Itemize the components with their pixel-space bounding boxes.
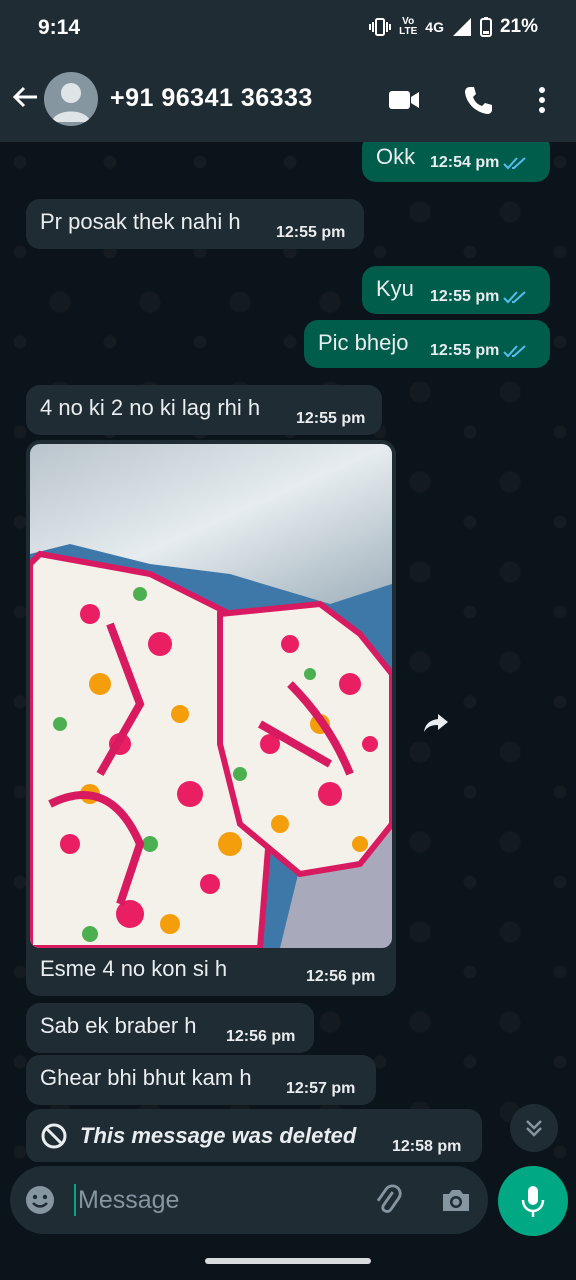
message-time: 12:55 pm [430, 342, 529, 360]
forward-icon[interactable] [422, 708, 450, 736]
video-call-icon[interactable] [388, 84, 420, 116]
message-time: 12:55 pm [276, 224, 346, 241]
message-incoming[interactable]: Sab ek braber h 12:56 pm [26, 1003, 314, 1053]
image-caption: Esme 4 no kon si h [40, 956, 228, 981]
camera-icon[interactable] [440, 1184, 472, 1216]
message-input[interactable]: Message [74, 1184, 179, 1216]
read-receipt-icon [503, 157, 527, 170]
message-time: 12:58 pm [392, 1138, 462, 1155]
read-receipt-icon [503, 291, 527, 304]
message-photo[interactable] [30, 444, 392, 948]
back-arrow-icon[interactable] [10, 82, 40, 112]
deleted-message-text: This message was deleted [80, 1123, 357, 1148]
message-incoming[interactable]: Ghear bhi bhut kam h 12:57 pm [26, 1055, 376, 1105]
avatar[interactable] [44, 72, 98, 126]
image-message[interactable]: Esme 4 no kon si h 12:56 pm [26, 440, 396, 996]
home-indicator[interactable] [205, 1258, 371, 1264]
message-time: 12:55 pm [430, 288, 529, 306]
chat-header: +91 96341 36333 [0, 56, 576, 142]
network-type: 4G [425, 19, 444, 35]
default-avatar-icon [52, 83, 90, 122]
message-time: 12:56 pm [226, 1028, 296, 1045]
photo-polka-dot-dresses [30, 444, 392, 948]
message-text: Pr posak thek nahi h [40, 209, 241, 234]
message-text: Sab ek braber h [40, 1013, 197, 1038]
phone-icon[interactable] [462, 84, 494, 116]
status-bar: 9:14 Vo LTE 4G 21% [0, 0, 576, 56]
read-receipt-icon [503, 345, 527, 358]
message-text: Ghear bhi bhut kam h [40, 1065, 252, 1090]
chat-area[interactable]: Okk 12:54 pm Pr posak thek nahi h 12:55 … [0, 142, 576, 1162]
message-incoming[interactable]: 4 no ki 2 no ki lag rhi h 12:55 pm [26, 385, 382, 435]
message-time: 12:57 pm [286, 1080, 356, 1097]
emoji-icon[interactable] [24, 1184, 56, 1216]
message-text: Okk [376, 144, 416, 169]
message-incoming[interactable]: Pr posak thek nahi h 12:55 pm [26, 199, 364, 249]
attach-icon[interactable] [372, 1184, 404, 1216]
vibrate-icon [369, 18, 392, 36]
signal-icon [452, 18, 471, 36]
deleted-message[interactable]: This message was deleted 12:58 pm [26, 1109, 482, 1162]
deleted-message-icon [41, 1123, 67, 1149]
message-composer: Message [10, 1166, 488, 1234]
message-time: 12:56 pm [306, 968, 376, 985]
message-text: Pic bhejo [318, 330, 409, 355]
scroll-to-bottom-button[interactable] [510, 1104, 558, 1152]
status-icons: Vo LTE 4G 21% [369, 16, 538, 38]
voice-message-button[interactable] [498, 1166, 568, 1236]
more-options-icon[interactable] [526, 84, 558, 116]
message-outgoing[interactable]: Kyu 12:55 pm [362, 266, 550, 314]
double-chevron-down-icon [526, 1120, 542, 1137]
microphone-icon [521, 1186, 545, 1217]
message-time: 12:55 pm [296, 410, 366, 427]
message-outgoing[interactable]: Okk 12:54 pm [362, 142, 550, 182]
contact-name[interactable]: +91 96341 36333 [110, 84, 313, 113]
message-text: Kyu [376, 276, 414, 301]
message-outgoing[interactable]: Pic bhejo 12:55 pm [304, 320, 550, 368]
message-text: 4 no ki 2 no ki lag rhi h [40, 395, 261, 420]
battery-percent: 21% [499, 16, 538, 37]
message-time: 12:54 pm [430, 154, 529, 172]
volte-icon: Vo LTE [399, 16, 418, 37]
status-time: 9:14 [38, 16, 81, 39]
battery-icon [479, 17, 492, 37]
